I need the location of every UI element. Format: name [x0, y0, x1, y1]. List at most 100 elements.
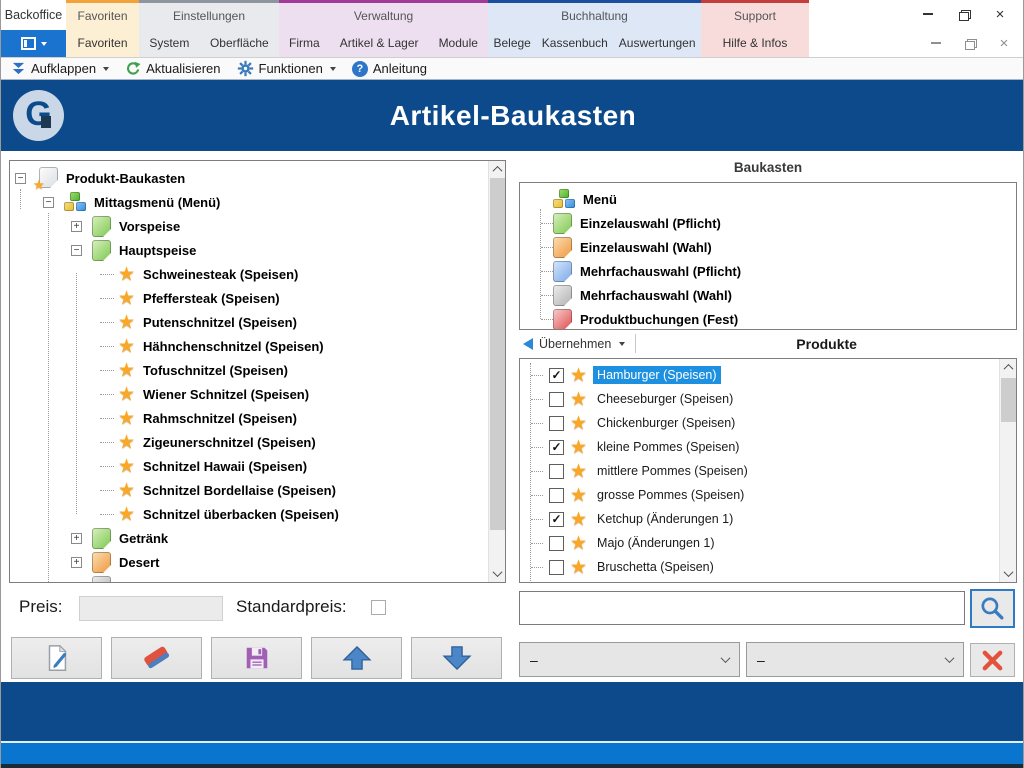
search-button[interactable]	[970, 589, 1015, 628]
product-checkbox[interactable]	[549, 488, 564, 503]
erase-button[interactable]	[111, 637, 202, 679]
tree-item[interactable]: −Produkt-Baukasten	[11, 166, 487, 190]
expander-icon[interactable]: −	[43, 197, 54, 208]
toolbar-button-aufklappen[interactable]: Aufklappen	[11, 61, 109, 76]
expander-icon[interactable]: +	[71, 557, 82, 568]
tree-item[interactable]: Wiener Schnitzel (Speisen)	[11, 382, 487, 406]
chevron-down-icon	[619, 342, 625, 346]
expander-icon[interactable]: −	[71, 245, 82, 256]
product-row[interactable]: Majo (Änderungen 1)	[521, 531, 998, 555]
produkte-scrollbar[interactable]	[999, 359, 1016, 582]
app-menu-button[interactable]	[1, 30, 66, 57]
save-button[interactable]	[211, 637, 302, 679]
product-label: grosse Pommes (Speisen)	[593, 486, 748, 504]
product-checkbox[interactable]	[549, 536, 564, 551]
scroll-up-icon[interactable]	[489, 161, 506, 178]
expander-icon[interactable]: −	[15, 173, 26, 184]
star-icon	[118, 337, 135, 356]
move-down-button[interactable]	[411, 637, 502, 679]
tree-item[interactable]: Schweinesteak (Speisen)	[11, 262, 487, 286]
tree-item[interactable]: Hähnchenschnitzel (Speisen)	[11, 334, 487, 358]
tree-item[interactable]: Rahmschnitzel (Speisen)	[11, 406, 487, 430]
product-checkbox[interactable]	[549, 464, 564, 479]
expander-icon[interactable]: +	[71, 533, 82, 544]
tree-item-label: Vorspeise	[119, 219, 180, 234]
baukasten-item[interactable]: Mehrfachauswahl (Wahl)	[521, 283, 1014, 307]
product-row[interactable]: Bruschetta (Speisen)	[521, 555, 998, 579]
clear-filter-button[interactable]	[970, 643, 1015, 677]
restore-button[interactable]	[953, 4, 975, 24]
product-row[interactable]: ✓kleine Pommes (Speisen)	[521, 435, 998, 459]
ribbon-item-belege[interactable]: Belege	[489, 36, 534, 50]
toolbar-button-anleitung[interactable]: Anleitung	[352, 61, 427, 77]
baukasten-item[interactable]: Einzelauswahl (Pflicht)	[521, 211, 1014, 235]
ribbon-item-artikel-lager[interactable]: Artikel & Lager	[336, 36, 423, 50]
tree-item[interactable]: −Hauptspeise	[11, 238, 487, 262]
move-up-button[interactable]	[311, 637, 402, 679]
tree-item[interactable]: −Mittagsmenü (Menü)	[11, 190, 487, 214]
ribbon-item-hilfe-infos[interactable]: Hilfe & Infos	[719, 36, 792, 50]
tree-item[interactable]: Tofuschnitzel (Speisen)	[11, 358, 487, 382]
uebernehmen-button[interactable]: Übernehmen	[519, 335, 631, 353]
toolbar-button-funktionen[interactable]: Funktionen	[237, 60, 336, 77]
tree-item[interactable]: +Getränk	[11, 526, 487, 550]
close-button-inner[interactable]: ×	[993, 33, 1015, 53]
baukasten-item[interactable]: Produktbuchungen (Fest)	[521, 307, 1014, 330]
tree-item-label: Pfeffersteak (Speisen)	[143, 291, 280, 306]
scrollbar-thumb[interactable]	[490, 178, 505, 530]
tree-item[interactable]: +Desert	[11, 550, 487, 574]
preis-input[interactable]	[79, 596, 223, 621]
product-row[interactable]: Cheeseburger (Speisen)	[521, 387, 998, 411]
tree-item[interactable]: Zigeunerschnitzel (Speisen)	[11, 430, 487, 454]
product-checkbox[interactable]	[549, 392, 564, 407]
scroll-down-icon[interactable]	[489, 565, 506, 582]
expander-icon[interactable]: +	[71, 221, 82, 232]
minimize-button-inner[interactable]	[925, 33, 947, 53]
ribbon-item-oberfl-che[interactable]: Oberfläche	[206, 36, 273, 50]
new-entry-button[interactable]	[11, 637, 102, 679]
ribbon-group-title: Buchhaltung	[488, 3, 701, 29]
ribbon-item-module[interactable]: Module	[435, 36, 482, 50]
product-row[interactable]: ✓Hamburger (Speisen)	[521, 363, 998, 387]
expand-all-icon	[11, 61, 26, 76]
ribbon-item-auswertungen[interactable]: Auswertungen	[615, 36, 700, 50]
ribbon-item-favoriten[interactable]: Favoriten	[73, 36, 131, 50]
product-checkbox[interactable]	[549, 416, 564, 431]
scroll-down-icon[interactable]	[1000, 565, 1017, 582]
minimize-button[interactable]	[917, 4, 939, 24]
tree-item[interactable]: Schnitzel Bordellaise (Speisen)	[11, 478, 487, 502]
filter-dropdown-1[interactable]: –	[519, 642, 740, 677]
tree-item[interactable]: Schnitzel Hawaii (Speisen)	[11, 454, 487, 478]
product-checkbox[interactable]	[549, 560, 564, 575]
search-input[interactable]	[519, 591, 965, 625]
product-row[interactable]: ✓Ketchup (Änderungen 1)	[521, 507, 998, 531]
restore-button-inner[interactable]	[959, 33, 981, 53]
standardpreis-checkbox[interactable]	[371, 600, 386, 615]
product-checkbox[interactable]: ✓	[549, 440, 564, 455]
arrow-up-icon	[342, 645, 372, 671]
product-row[interactable]: Chickenburger (Speisen)	[521, 411, 998, 435]
tree-item-label: Schnitzel Hawaii (Speisen)	[143, 459, 307, 474]
left-tree-scrollbar[interactable]	[488, 161, 505, 582]
product-checkbox[interactable]: ✓	[549, 512, 564, 527]
ribbon-item-firma[interactable]: Firma	[285, 36, 324, 50]
close-button[interactable]: ×	[989, 4, 1011, 24]
product-row[interactable]: grosse Pommes (Speisen)	[521, 483, 998, 507]
tree-item[interactable]: Pfeffersteak (Speisen)	[11, 286, 487, 310]
tree-item[interactable]: Schnitzel überbacken (Speisen)	[11, 502, 487, 526]
scroll-up-icon[interactable]	[1000, 359, 1017, 376]
baukasten-item[interactable]: Einzelauswahl (Wahl)	[521, 235, 1014, 259]
baukasten-item[interactable]: Menü	[521, 187, 1014, 211]
ribbon-item-kassenbuch[interactable]: Kassenbuch	[538, 36, 612, 50]
tab-backoffice[interactable]: Backoffice	[1, 0, 66, 30]
product-checkbox[interactable]: ✓	[549, 368, 564, 383]
ribbon-item-system[interactable]: System	[145, 36, 193, 50]
toolbar-button-aktualisieren[interactable]: Aktualisieren	[125, 61, 220, 77]
tree-item[interactable]	[11, 574, 487, 583]
tree-item[interactable]: + Vorspeise	[11, 214, 487, 238]
baukasten-item[interactable]: Mehrfachauswahl (Pflicht)	[521, 259, 1014, 283]
filter-dropdown-2[interactable]: –	[746, 642, 964, 677]
tree-item[interactable]: Putenschnitzel (Speisen)	[11, 310, 487, 334]
product-row[interactable]: mittlere Pommes (Speisen)	[521, 459, 998, 483]
scrollbar-thumb[interactable]	[1001, 378, 1016, 422]
